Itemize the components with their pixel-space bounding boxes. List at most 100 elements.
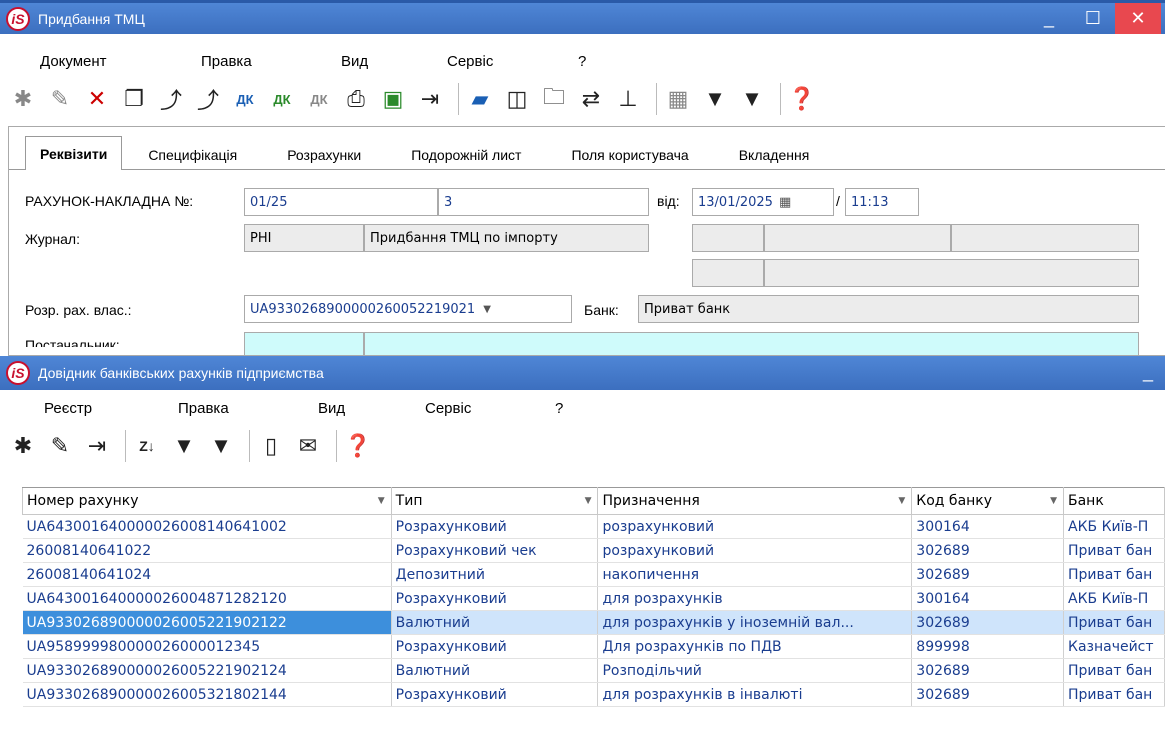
clear-filter-icon[interactable]: ▼ [206,431,236,461]
table-cell: Валютний [391,610,599,635]
tab-settlements[interactable]: Розрахунки [273,140,375,170]
extra-field-1 [692,224,764,252]
tree-icon[interactable]: ⊥ [613,84,643,114]
sort-icon[interactable]: Z↓ [132,431,162,461]
column-header-type[interactable]: Тип ▼ [390,487,599,515]
exit-icon[interactable]: ⇥ [415,84,445,114]
book-icon[interactable]: ◫ [502,84,532,114]
edit-doc-icon[interactable]: ✎ [45,84,75,114]
table-cell: Розрахунковий [391,514,599,539]
table-row[interactable]: UA933026890000026005221902122 Валютний для… [22,610,1165,635]
table-cell: Для розрахунків по ПДВ [597,634,913,659]
minimize-button[interactable]: _ [1027,3,1071,34]
invoice-suffix-field[interactable]: 3 [438,188,649,216]
table-cell: розрахунковий [597,514,913,539]
forward-icon[interactable]: ⤴ [193,84,223,114]
card-icon[interactable]: ▯ [256,431,286,461]
filter-icon[interactable]: ▼ [169,431,199,461]
mail-icon[interactable]: ✉ [293,431,323,461]
table-row[interactable]: UA643001640000026004871282120 Розрахунков… [22,586,1165,611]
tab-requisites[interactable]: Реквізити [25,136,123,170]
supplier-name-field[interactable] [364,332,1139,356]
menu-service[interactable]: Сервіс [425,400,471,417]
app-logo-icon: iS [6,6,30,31]
edit-record-icon[interactable]: ✎ [45,431,75,461]
menu-help[interactable]: ? [578,53,586,70]
column-header-bank[interactable]: Банк [1063,487,1165,515]
chevron-down-icon[interactable]: ▼ [483,304,491,315]
print-icon[interactable]: ⎙ [341,84,371,114]
clear-filter-icon[interactable]: ▼ [737,84,767,114]
table-cell: Розрахунковий [391,682,599,707]
menu-view[interactable]: Вид [318,400,345,417]
filter-icon[interactable]: ▼ [700,84,730,114]
table-row[interactable]: UA933026890000026005321802144 Розрахунков… [22,682,1165,707]
transfer-icon[interactable]: ⇄ [576,84,606,114]
supplier-code-field[interactable] [244,332,364,356]
table-cell: UA643001640000026008140641002 [22,514,392,539]
table-cell: для розрахунків у іноземній вал... [597,610,913,635]
grid-icon[interactable]: ▦ [663,84,693,114]
new-doc-icon[interactable]: ✱ [8,84,38,114]
column-header-account[interactable]: Номер рахунку ▼ [22,487,392,515]
help-icon[interactable]: ❓ [787,84,817,114]
tab-user-fields[interactable]: Поля користувача [557,140,702,170]
new-record-icon[interactable]: ✱ [8,431,38,461]
date-field[interactable]: 13/01/2025 ▦ [692,188,834,216]
table-cell: UA933026890000026005221902122 [22,610,392,635]
table-cell: 302689 [911,682,1064,707]
unpost-icon[interactable]: ДК [304,84,334,114]
time-separator: / [836,193,840,209]
table-cell: 300164 [911,514,1064,539]
table-cell: 302689 [911,610,1064,635]
column-header-purpose[interactable]: Призначення ▼ [597,487,913,515]
column-filter-icon[interactable]: ▼ [898,496,905,506]
save-icon[interactable]: ▰ [465,84,495,114]
copy-icon[interactable]: ❐ [119,84,149,114]
table-cell: 899998 [911,634,1064,659]
menu-view[interactable]: Вид [341,53,368,70]
minimize-button[interactable]: _ [1143,362,1153,383]
folder-icon[interactable]: 🗀 [539,84,569,114]
column-filter-icon[interactable]: ▼ [378,496,385,506]
table-cell: Розрахунковий чек [391,538,599,563]
account-select[interactable]: UA933026890000026005221902​1 ▼ [244,295,572,323]
close-button[interactable]: ✕ [1115,3,1161,34]
invoice-number-field[interactable]: 01/25 [244,188,438,216]
invoice-label: РАХУНОК-НАКЛАДНА №: [25,193,194,209]
table-row[interactable]: 26008140641022 Розрахунковий чек розрахунк… [22,538,1165,563]
extra-field-3 [951,224,1139,252]
time-field[interactable]: 11:13 [845,188,919,216]
table-row[interactable]: UA933026890000026005221902124 Валютний Роз… [22,658,1165,683]
table-row[interactable]: UA643001640000026008140641002 Розрахунков… [22,514,1165,539]
maximize-button[interactable]: ☐ [1071,3,1115,34]
menu-edit[interactable]: Правка [201,53,252,70]
table-cell: 26008140641022 [22,538,392,563]
document-panel: Реквізити Специфікація Розрахунки Подоро… [8,126,1165,356]
menu-edit[interactable]: Правка [178,400,229,417]
return-icon[interactable]: ⤴ [156,84,186,114]
debit-credit-icon[interactable]: ДК [230,84,260,114]
menu-help[interactable]: ? [555,400,563,417]
column-filter-icon[interactable]: ▼ [585,496,592,506]
table-row[interactable]: 26008140641024 Депозитний накопичення 30268… [22,562,1165,587]
menu-registry[interactable]: Реєстр [44,400,92,417]
exit-icon[interactable]: ⇥ [82,431,112,461]
delete-icon[interactable]: ✕ [82,84,112,114]
menu-service[interactable]: Сервіс [447,53,493,70]
table-cell: Валютний [391,658,599,683]
table-cell: UA933026890000026005321802144 [22,682,392,707]
tab-specification[interactable]: Специфікація [134,140,251,170]
calendar-icon[interactable]: ▦ [779,195,791,210]
menu-document[interactable]: Документ [40,53,107,70]
accounts-table: Номер рахунку ▼ Тип ▼ Призначення ▼ Код бан… [22,487,1165,707]
tab-waybill[interactable]: Подорожній лист [397,140,535,170]
export-excel-icon[interactable]: ▣ [378,84,408,114]
tab-attachments[interactable]: Вкладення [725,140,824,170]
table-row[interactable]: UA958999980000026000012345 Розрахунковий Д… [22,634,1165,659]
help-icon[interactable]: ❓ [343,431,373,461]
table-cell: Приват бан [1063,562,1165,587]
column-header-bank-code[interactable]: Код банку ▼ [911,487,1064,515]
post-icon[interactable]: ДК [267,84,297,114]
column-filter-icon[interactable]: ▼ [1050,496,1057,506]
